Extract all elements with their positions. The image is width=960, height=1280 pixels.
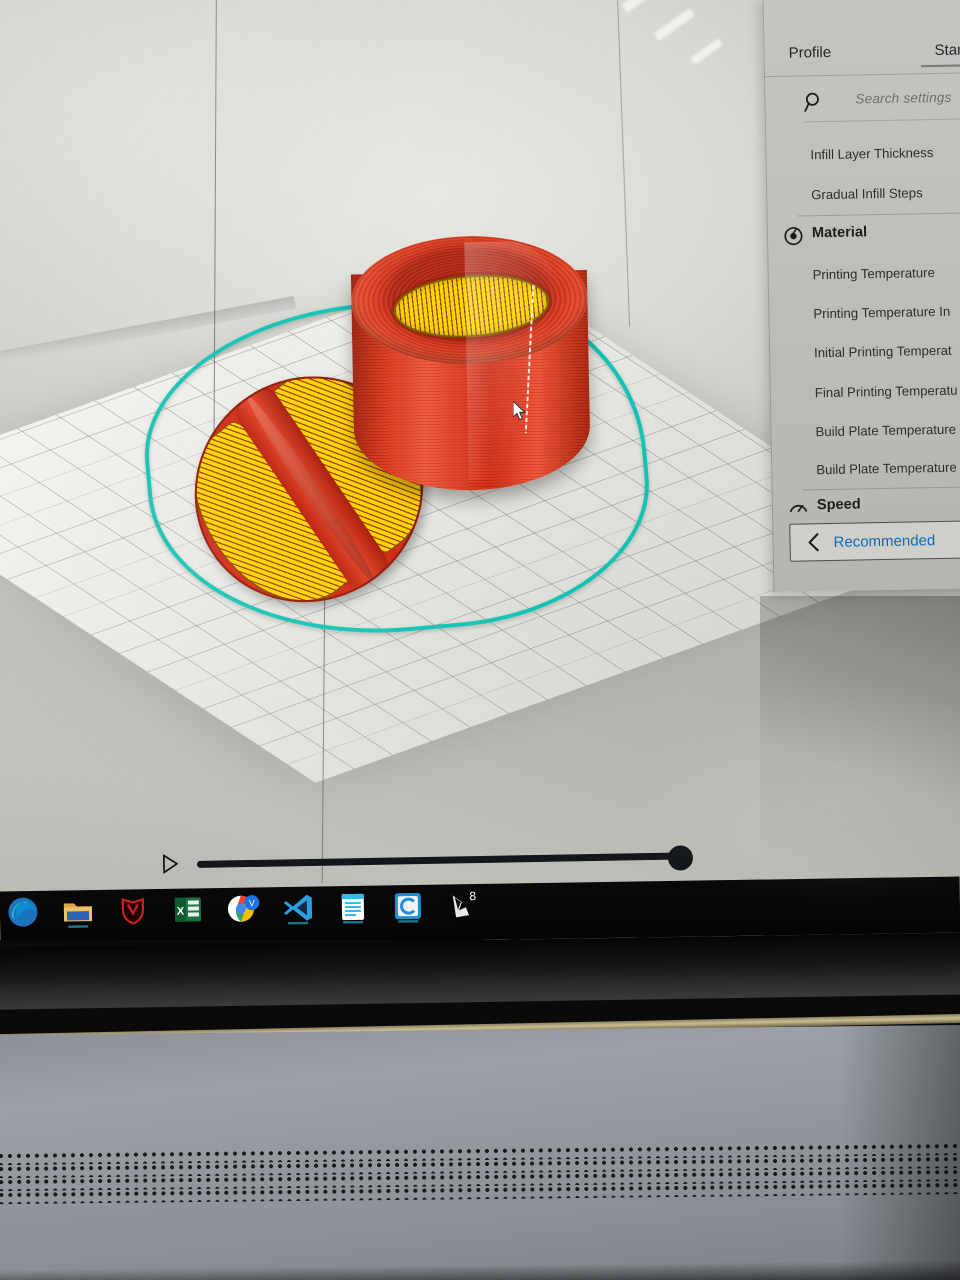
recommended-button-label: Recommended bbox=[833, 531, 936, 551]
layer-slider-track[interactable] bbox=[196, 852, 677, 868]
speedometer-icon bbox=[789, 504, 808, 513]
notepad-icon[interactable] bbox=[336, 890, 371, 925]
setting-printing-temperature-initial[interactable]: Printing Temperature In bbox=[813, 304, 950, 322]
svg-text:V: V bbox=[249, 898, 255, 908]
setting-build-plate-temperature-initial[interactable]: Build Plate Temperature bbox=[816, 460, 957, 478]
setting-gradual-infill-steps[interactable]: Gradual Infill Steps bbox=[811, 185, 923, 202]
panel-title: Print settings bbox=[787, 0, 883, 1]
setting-initial-printing-temperature[interactable]: Initial Printing Temperat bbox=[814, 343, 952, 361]
setting-build-plate-temperature[interactable]: Build Plate Temperature bbox=[815, 422, 956, 440]
section-divider bbox=[802, 485, 960, 491]
setting-final-printing-temperature[interactable]: Final Printing Temperatu bbox=[815, 383, 958, 401]
chevron-left-icon bbox=[808, 533, 819, 552]
deck-bottom-shadow bbox=[0, 1259, 960, 1280]
layer-slider-handle[interactable] bbox=[667, 845, 694, 871]
deck-shadow-right bbox=[838, 1024, 960, 1280]
microsoft-edge-icon[interactable] bbox=[6, 895, 41, 930]
vs-code-icon[interactable] bbox=[281, 891, 316, 926]
section-divider bbox=[797, 211, 960, 217]
section-speed[interactable]: Speed bbox=[817, 496, 861, 513]
setting-infill-layer-thickness[interactable]: Infill Layer Thickness bbox=[810, 145, 933, 162]
setting-printing-temperature[interactable]: Printing Temperature bbox=[813, 265, 935, 282]
mcafee-icon[interactable] bbox=[116, 893, 151, 928]
panel-tabs[interactable]: Profile Stan bbox=[764, 34, 960, 70]
screen-bottom-bezel bbox=[0, 932, 960, 1010]
print-settings-panel[interactable]: Print settings Profile Stan Search setti… bbox=[762, 0, 960, 593]
profile-dropdown-underline bbox=[920, 63, 960, 67]
material-spool-icon bbox=[784, 227, 803, 246]
play-triangle-icon[interactable] bbox=[162, 854, 179, 874]
google-chrome-icon[interactable]: V bbox=[226, 891, 261, 926]
search-icon bbox=[804, 92, 819, 112]
photo-of-laptop-screen: Print settings Profile Stan Search setti… bbox=[0, 0, 960, 1280]
svg-text:8: 8 bbox=[469, 889, 476, 903]
recommended-button[interactable]: Recommended bbox=[789, 520, 960, 562]
panel-divider bbox=[765, 71, 960, 78]
laptop-deck bbox=[0, 1024, 960, 1280]
laptop-screen: Print settings Profile Stan Search setti… bbox=[0, 0, 960, 940]
search-input[interactable]: Search settings bbox=[855, 90, 951, 107]
model-oval-vase-shell[interactable] bbox=[344, 226, 600, 531]
cura-c-icon[interactable] bbox=[391, 889, 426, 924]
printer-badge-icon[interactable]: 8 bbox=[446, 888, 481, 923]
arrow-cursor bbox=[513, 401, 527, 421]
section-material[interactable]: Material bbox=[812, 224, 867, 241]
svg-text:X: X bbox=[177, 906, 185, 918]
excel-icon[interactable]: X bbox=[171, 892, 206, 927]
file-explorer-icon[interactable] bbox=[61, 894, 96, 929]
search-settings-row[interactable]: Search settings bbox=[803, 82, 960, 122]
profile-value-dropdown[interactable]: Stan bbox=[934, 41, 960, 59]
tab-profile-label: Profile bbox=[788, 43, 832, 62]
